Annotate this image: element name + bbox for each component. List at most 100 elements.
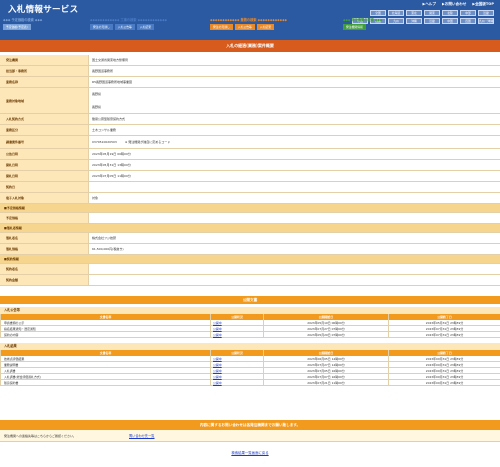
field-value-text: 株式会社フジ技研 — [92, 236, 117, 240]
status-link[interactable]: 公開中 — [210, 380, 263, 385]
search-tab[interactable]: 発注の見通し — [90, 24, 113, 30]
status-link[interactable]: 公開中 — [210, 362, 263, 367]
code-note: ※ 発注機関が独自に定めるコード — [124, 140, 171, 144]
status-link[interactable]: 公開中 — [210, 320, 263, 325]
search-group: ◆◆◆ 発注機関の検索 ◆◆◆ 発注機関情報 — [343, 18, 453, 30]
table-cell: 2023年07月21日 11時00分 — [263, 380, 388, 385]
search-group: ◆◆◆◆◆◆◆◆◆◆◆◆ 業務の検索 ◆◆◆◆◆◆◆◆◆◆◆◆ 発注の見通し 入札公… — [210, 18, 330, 30]
region-tab[interactable]: 全国 — [370, 10, 386, 16]
table-cell: 2023年07月31日 23時59分 — [388, 326, 500, 331]
region-tab[interactable]: 北陸 — [442, 10, 458, 16]
field-label: 公告日時 — [0, 149, 88, 159]
contact-row: 発注機関への連絡先等はこちらからご確認ください。 問い合わせ先一覧 — [0, 430, 500, 442]
table-cell: 入札調書 — [0, 368, 210, 373]
table-cell: 業務説明書 — [0, 362, 210, 367]
detail-row: 業務対象地域 長野県 長野県 — [0, 88, 500, 114]
table-cell: 入札調書(総合評価落札方式) — [0, 374, 210, 379]
region-tab[interactable]: 中部 — [460, 10, 476, 16]
field-value-text: 長野県 — [92, 104, 102, 109]
search-tab[interactable]: 入札結果 — [256, 24, 274, 30]
search-group-title: ◆◆◆◆◆◆◆◆◆◆◆◆ 業務の検索 ◆◆◆◆◆◆◆◆◆◆◆◆ — [210, 18, 287, 22]
field-value-text: 対象 — [92, 196, 99, 200]
search-tab[interactable]: 予定価格(予定表) — [3, 24, 31, 30]
status-link[interactable]: 公開中 — [210, 326, 263, 331]
region-tab[interactable]: 北海道 — [388, 10, 404, 16]
field-label: 電子入札対象 — [0, 193, 88, 203]
table-cell: 2023年05月29日 07時00分 — [263, 332, 388, 337]
table-cell: 2023年07月27日 14時00分 — [263, 362, 388, 367]
field-value-text: 簡易公募型随意契約方式 — [92, 117, 126, 121]
table-cell: 指名結果通知・選定通知 — [0, 326, 210, 331]
search-group: ◆◆◆◆◆◆◆◆◆◆◆◆ 工事の検索 ◆◆◆◆◆◆◆◆◆◆◆◆ 発注の見通し 入札公… — [90, 18, 205, 30]
contract-name-row: 契約者名 — [0, 264, 500, 275]
field-value: 61,500,000円(税抜き) — [88, 244, 500, 254]
kekka-table: 文書名称 公開状況 公開開始日 公開終了日 技術点評価結果 公開中 2023年06月05日 … — [0, 350, 500, 386]
estimate-section: ■予定価格情報 — [0, 204, 500, 213]
field-value-text: 長野国道事務所 — [92, 69, 114, 73]
field-label: 契約日 — [0, 182, 88, 192]
field-value: 長野県 長野県 — [88, 88, 500, 113]
region-tab[interactable]: 九州・沖縄 — [478, 18, 494, 24]
back-to-results-link[interactable]: 検索結果一覧画面に戻る — [231, 451, 268, 455]
help-link[interactable]: ▶ヘルプ — [422, 2, 436, 7]
contact-text: 発注機関への連絡先等はこちらからご確認ください。 — [4, 433, 77, 438]
status-link[interactable]: 公開中 — [210, 356, 263, 361]
table-cell: 2023年09月31日 23時59分 — [388, 356, 500, 361]
table-cell: 2023年09月31日 23時59分 — [388, 368, 500, 373]
field-value: 2023年07月05日 11時00分 — [88, 171, 500, 181]
field-label: 発注機関 — [0, 55, 88, 65]
national-top-link[interactable]: ▶全国版TOP — [472, 2, 494, 7]
table-cell: 2023年07月05日 16時00分 — [263, 368, 388, 373]
search-tab[interactable]: 発注機関情報 — [343, 24, 366, 30]
region-tab[interactable]: 近畿 — [478, 10, 494, 16]
region-tab[interactable]: 関東 — [424, 10, 440, 16]
detail-row: 開札日時 2023年07月05日 11時00分 — [0, 171, 500, 182]
search-group: ◆◆◆ 予定価格の検索 ◆◆◆ 予定価格(予定表) — [3, 18, 73, 30]
winner-section: ■落札者情報 — [0, 224, 500, 233]
table-cell: 随意契約書 — [0, 380, 210, 385]
search-group-title: ◆◆◆ 発注機関の検索 ◆◆◆ — [343, 18, 383, 22]
contact-notice: 内容に関するお問い合わせは各発注機関までお願い致します。 — [0, 420, 500, 430]
table-cell: 2023年07月27日 07時00分 — [263, 326, 388, 331]
detail-row: 契約日 — [0, 182, 500, 193]
koukoku-table: 文書名称 公開状況 公開開始日 公開終了日 申請書類の公示 公開中 2023年05月19日 … — [0, 314, 500, 338]
detail-row: 業務区分 土木コンサル業務 — [0, 125, 500, 136]
search-tab[interactable]: 入札結果 — [136, 24, 154, 30]
field-value: R5長野国道事務所地域事業図 — [88, 77, 500, 87]
field-value: 土木コンサル業務 — [88, 125, 500, 135]
field-value: 株式会社フジ技研 — [88, 233, 500, 243]
page-title-band: 入札の経過(業務)案件概要 — [0, 40, 500, 52]
status-link[interactable]: 公開中 — [210, 374, 263, 379]
search-tab[interactable]: 発注の見通し — [210, 24, 233, 30]
table-cell: 2023年07月07日 16時00分 — [263, 374, 388, 379]
search-tab[interactable]: 入札公告等 — [114, 24, 135, 30]
site-logo[interactable]: 入札情報サービス — [8, 3, 78, 15]
table-cell: 技術点評価結果 — [0, 356, 210, 361]
status-link[interactable]: 公開中 — [210, 332, 263, 337]
field-value — [88, 275, 500, 285]
field-value: 国土交通省関東地方整備局 — [88, 55, 500, 65]
field-label: 業務区分 — [0, 125, 88, 135]
detail-row: 公告日時 2023年05月19日 00時00分 — [0, 149, 500, 160]
region-tab[interactable]: 東北 — [406, 10, 422, 16]
koukoku-title: 入札公告等 — [0, 307, 500, 314]
field-value-text: 0370510020503 — [92, 140, 117, 144]
kekka-title: 入札結果 — [0, 343, 500, 350]
back-to-results[interactable]: 検索結果一覧画面に戻る — [0, 450, 500, 455]
detail-row: 入札契約方式 簡易公募型随意契約方式 — [0, 114, 500, 125]
field-value: 簡易公募型随意契約方式 — [88, 114, 500, 124]
search-tab[interactable]: 入札公告等 — [234, 24, 255, 30]
contract-amount-row: 契約金額 — [0, 275, 500, 286]
status-link[interactable]: 公開中 — [210, 368, 263, 373]
detail-row: 担当部・事務所 長野国道事務所 — [0, 66, 500, 77]
contact-link[interactable]: ▶お問い合わせ — [442, 2, 466, 7]
field-value — [88, 182, 500, 192]
table-cell: 2023年09月31日 23時59分 — [388, 362, 500, 367]
region-tab[interactable]: 四国 — [460, 18, 476, 24]
field-label: 落札者名 — [0, 233, 88, 243]
contact-list-link[interactable]: 問い合わせ先一覧 — [129, 433, 155, 438]
field-value — [88, 213, 500, 223]
field-value: 対象 — [88, 193, 500, 203]
field-value-text: 2023年05月31日 13時00分 — [92, 163, 131, 167]
amount-row: 落札価格 61,500,000円(税抜き) — [0, 244, 500, 255]
